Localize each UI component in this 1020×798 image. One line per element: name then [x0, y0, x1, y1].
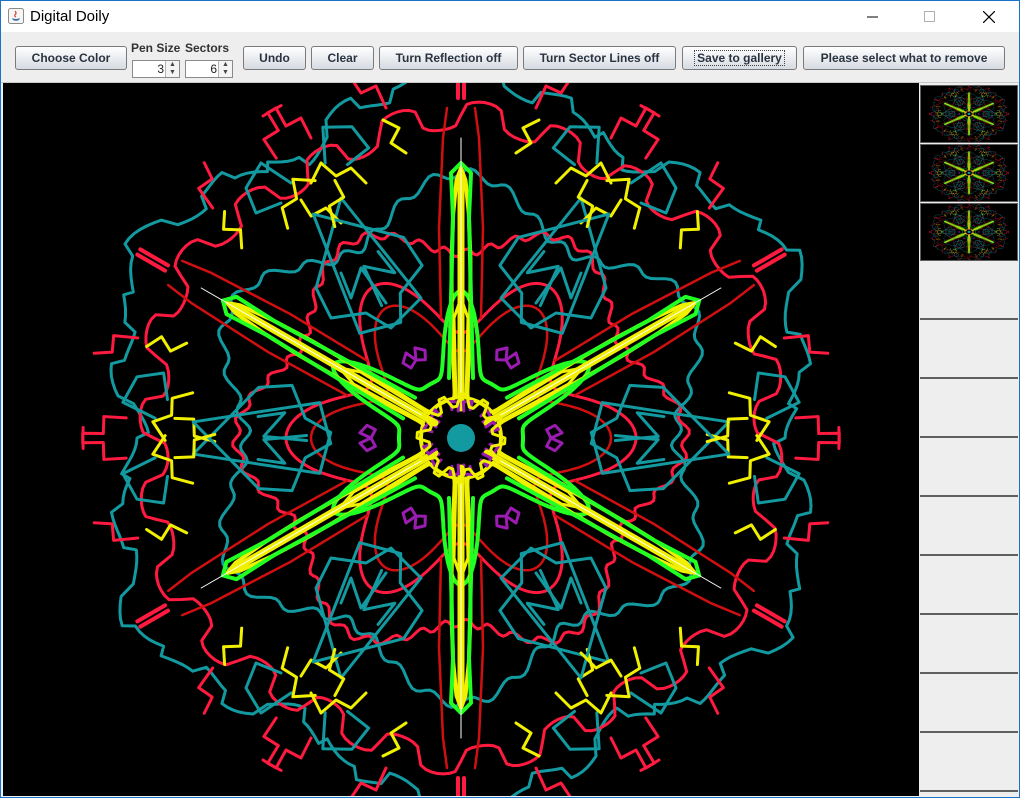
- remove-selector-button[interactable]: Please select what to remove: [803, 46, 1005, 70]
- sectors-label: Sectors: [185, 41, 230, 55]
- sectors-value: 6: [210, 62, 217, 76]
- sectors-spinner[interactable]: 6 ▲ ▼: [185, 60, 233, 78]
- gallery-empty-slot[interactable]: [920, 557, 1018, 615]
- clear-button[interactable]: Clear: [311, 46, 374, 70]
- gallery-thumbnail-image: [929, 83, 1009, 145]
- title-bar: Digital Doily: [1, 1, 1019, 32]
- undo-button[interactable]: Undo: [243, 46, 306, 70]
- pen-size-decrement-arrow-icon[interactable]: ▼: [165, 69, 179, 77]
- choose-color-button[interactable]: Choose Color: [15, 46, 127, 70]
- pen-size-label: Pen Size: [131, 41, 181, 55]
- gallery-empty-slot[interactable]: [920, 734, 1018, 792]
- minimize-icon: [867, 16, 878, 18]
- gallery-panel: [920, 83, 1019, 796]
- close-button[interactable]: [966, 1, 1012, 32]
- sector-lines-toggle-label: Turn Sector Lines off: [539, 51, 660, 65]
- clear-label: Clear: [327, 51, 358, 65]
- sector-lines-toggle-button[interactable]: Turn Sector Lines off: [523, 46, 676, 70]
- reflection-toggle-label: Turn Reflection off: [395, 51, 502, 65]
- pen-size-value: 3: [157, 62, 164, 76]
- save-to-gallery-label: Save to gallery: [694, 50, 785, 66]
- gallery-empty-slot[interactable]: [920, 380, 1018, 438]
- maximize-button[interactable]: [907, 1, 953, 32]
- sectors-increment-arrow-icon[interactable]: ▲: [218, 61, 232, 69]
- drawing-canvas[interactable]: [3, 83, 919, 796]
- gallery-thumbnail[interactable]: [920, 142, 1018, 204]
- remove-selector-label: Please select what to remove: [820, 51, 988, 65]
- minimize-button[interactable]: [850, 1, 896, 32]
- gallery-thumbnail[interactable]: [920, 83, 1018, 145]
- app-window: Digital Doily Choose Color Pen Size 3 ▲ …: [0, 0, 1020, 798]
- gallery-empty-slot[interactable]: [920, 616, 1018, 674]
- choose-color-label: Choose Color: [31, 51, 111, 65]
- maximize-icon: [924, 11, 935, 22]
- close-icon: [983, 11, 995, 23]
- pen-size-spinner[interactable]: 3 ▲ ▼: [132, 60, 180, 78]
- sectors-decrement-arrow-icon[interactable]: ▼: [218, 69, 232, 77]
- gallery-empty-slot[interactable]: [920, 498, 1018, 556]
- reflection-toggle-button[interactable]: Turn Reflection off: [379, 46, 518, 70]
- gallery-thumbnail-image: [929, 201, 1009, 263]
- gallery-empty-slot[interactable]: [920, 439, 1018, 497]
- gallery-thumbnail[interactable]: [920, 201, 1018, 263]
- gallery-thumbnail-image: [929, 142, 1009, 204]
- gallery-empty-slot[interactable]: [920, 262, 1018, 320]
- toolbar: Choose Color Pen Size 3 ▲ ▼ Sectors 6 ▲ …: [1, 32, 1019, 83]
- pen-size-increment-arrow-icon[interactable]: ▲: [165, 61, 179, 69]
- window-title: Digital Doily: [30, 8, 110, 25]
- save-to-gallery-button[interactable]: Save to gallery: [682, 46, 797, 70]
- java-app-icon: [8, 8, 24, 24]
- gallery-empty-slot[interactable]: [920, 675, 1018, 733]
- undo-label: Undo: [259, 51, 290, 65]
- gallery-empty-slot[interactable]: [920, 321, 1018, 379]
- doily-drawing: [81, 83, 841, 796]
